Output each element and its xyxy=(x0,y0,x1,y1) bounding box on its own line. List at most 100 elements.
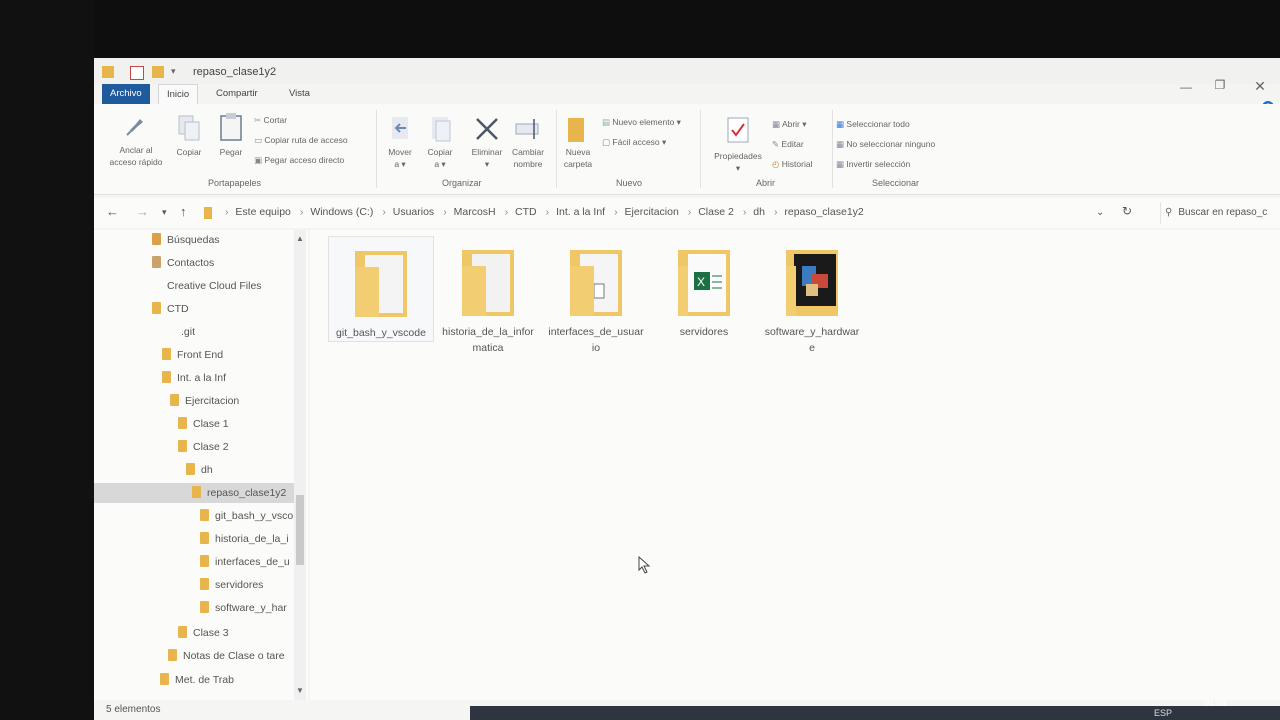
search-input[interactable]: ⚲ Buscar en repaso_c xyxy=(1160,202,1280,224)
navigation-pane: Búsquedas Contactos Creative Cloud Files… xyxy=(94,230,308,700)
title-bar: ▾ repaso_clase1y2 — ❐ ✕ xyxy=(94,58,1280,94)
select-none-icon: ▦ xyxy=(836,139,847,149)
paste-shortcut-button[interactable]: ▣ Pegar acceso directo xyxy=(254,154,344,166)
tab-inicio[interactable]: Inicio xyxy=(158,84,199,104)
file-item-software[interactable]: software_y_hardware xyxy=(760,236,864,356)
folder-icon xyxy=(204,207,212,219)
nav-item-repaso-clase1y2[interactable]: repaso_clase1y2 xyxy=(94,483,294,503)
file-item-servidores[interactable]: X servidores xyxy=(652,236,756,340)
address-dropdown-icon[interactable]: ⌄ xyxy=(1096,207,1104,218)
new-item-label: Nuevo elemento ▾ xyxy=(612,117,681,127)
nav-item-git-bash[interactable]: git_bash_y_vsco xyxy=(200,506,294,526)
ribbon-divider xyxy=(376,110,377,188)
refresh-icon[interactable]: ↻ xyxy=(1122,204,1132,218)
nav-scrollbar-thumb[interactable] xyxy=(296,495,304,565)
breadcrumb-item[interactable]: dh xyxy=(753,206,765,218)
tab-compartir[interactable]: Compartir xyxy=(208,84,266,104)
edit-button[interactable]: ✎ Editar xyxy=(772,138,804,150)
open-label: Abrir ▾ xyxy=(781,119,807,129)
copy-path-label: Copiar ruta de acceso xyxy=(264,135,348,145)
open-button[interactable]: ▦ Abrir ▾ xyxy=(772,118,807,130)
copy-button[interactable]: Copiar xyxy=(170,146,208,158)
breadcrumb-item[interactable]: Usuarios xyxy=(393,206,434,218)
nav-item-clase-2[interactable]: Clase 2 xyxy=(178,437,229,457)
file-item-interfaces[interactable]: interfaces_de_usuario xyxy=(544,236,648,356)
copy-to-button[interactable]: Copiar a ▾ xyxy=(420,146,460,170)
breadcrumb-item[interactable]: Ejercitacion xyxy=(625,206,679,218)
file-item-git-bash[interactable]: git_bash_y_vscode xyxy=(328,236,434,342)
recent-chevron-icon[interactable]: ▾ xyxy=(162,207,167,218)
group-label-seleccionar: Seleccionar xyxy=(872,178,920,188)
nav-item-label: Front End xyxy=(177,349,224,361)
easy-access-button[interactable]: ▢ Fácil acceso ▾ xyxy=(602,136,666,148)
nav-item-dh[interactable]: dh xyxy=(186,460,213,480)
move-to-button[interactable]: Mover a ▾ xyxy=(380,146,420,170)
language-indicator[interactable]: ESP xyxy=(1154,708,1172,718)
nav-item-notas[interactable]: Notas de Clase o tare xyxy=(168,646,294,666)
clock[interactable]: 01:04 xyxy=(1204,698,1227,708)
select-all-button[interactable]: ▦ Seleccionar todo xyxy=(836,118,910,130)
contacts-icon xyxy=(152,256,161,268)
scroll-down-icon[interactable]: ▼ xyxy=(296,686,304,695)
breadcrumb-item[interactable]: Este equipo xyxy=(235,206,290,218)
creative-cloud-icon xyxy=(152,279,161,291)
nav-item-clase-3[interactable]: Clase 3 xyxy=(178,623,229,643)
nav-item-met-de-trab[interactable]: Met. de Trab xyxy=(160,670,234,690)
select-none-button[interactable]: ▦ No seleccionar ninguno xyxy=(836,138,935,150)
breadcrumb-item[interactable]: repaso_clase1y2 xyxy=(784,206,863,218)
properties-button[interactable]: Propiedades ▾ xyxy=(706,150,770,174)
new-item-button[interactable]: ▤ Nuevo elemento ▾ xyxy=(602,116,681,128)
nav-item-clase-1[interactable]: Clase 1 xyxy=(178,414,229,434)
breadcrumb-item[interactable]: Clase 2 xyxy=(698,206,734,218)
chevron-down-icon[interactable]: ▾ xyxy=(171,66,183,78)
nav-item-label: Clase 3 xyxy=(193,627,229,639)
nav-item-label: Ejercitacion xyxy=(185,395,240,407)
invert-selection-button[interactable]: ▦ Invertir selección xyxy=(836,158,910,170)
paste-button[interactable]: Pegar xyxy=(212,146,250,158)
copy-path-button[interactable]: ▭ Copiar ruta de acceso xyxy=(254,134,348,146)
search-folder-icon xyxy=(152,233,161,245)
breadcrumb-item[interactable]: Int. a la Inf xyxy=(556,206,605,218)
history-button[interactable]: ◴ Historial xyxy=(772,158,812,170)
nav-item-busquedas[interactable]: Búsquedas xyxy=(152,230,220,250)
tab-vista[interactable]: Vista xyxy=(281,84,318,104)
breadcrumb-separator: › xyxy=(382,206,386,218)
delete-label-1: Eliminar xyxy=(471,147,503,157)
delete-button[interactable]: Eliminar ▾ xyxy=(466,146,508,170)
breadcrumb-item[interactable]: MarcosH xyxy=(454,206,496,218)
breadcrumb-item[interactable]: CTD xyxy=(515,206,537,218)
nav-item-ejercitacion[interactable]: Ejercitacion xyxy=(170,391,239,411)
nav-item-software[interactable]: software_y_har xyxy=(200,598,294,618)
nav-item-interfaces[interactable]: interfaces_de_u xyxy=(200,552,294,572)
easy-access-label: Fácil acceso ▾ xyxy=(612,137,667,147)
scroll-up-icon[interactable]: ▲ xyxy=(296,234,304,243)
nav-scrollbar[interactable] xyxy=(294,230,306,700)
nav-item-int-a-la-inf[interactable]: Int. a la Inf xyxy=(162,368,226,388)
rename-button[interactable]: Cambiar nombre xyxy=(506,146,550,170)
breadcrumb-separator: › xyxy=(614,206,618,218)
nav-item-front-end[interactable]: Front End xyxy=(162,345,223,365)
properties-label-2: ▾ xyxy=(735,163,741,173)
nav-item-servidores[interactable]: servidores xyxy=(200,575,263,595)
nav-item-ctd[interactable]: CTD xyxy=(152,299,189,319)
nav-item-label: interfaces_de_u xyxy=(215,556,290,568)
back-arrow-icon[interactable]: ← xyxy=(106,204,119,219)
new-folder-button[interactable]: Nueva carpeta xyxy=(556,146,600,170)
nav-item-git[interactable]: .git xyxy=(166,322,195,342)
nav-item-creative-cloud[interactable]: Creative Cloud Files xyxy=(152,276,262,296)
new-folder-quick-icon[interactable] xyxy=(152,66,164,78)
cut-button[interactable]: ✂ Cortar xyxy=(254,114,287,126)
pin-quick-access-button[interactable]: Anclar al acceso rápido xyxy=(102,144,170,168)
group-label-organizar: Organizar xyxy=(442,178,482,188)
forward-arrow-icon[interactable]: → xyxy=(136,204,149,219)
properties-quick-icon[interactable] xyxy=(130,66,144,80)
nav-item-contactos[interactable]: Contactos xyxy=(152,253,214,273)
tab-archivo[interactable]: Archivo xyxy=(102,84,150,104)
up-arrow-icon[interactable]: ↑ xyxy=(180,204,187,219)
nav-item-historia[interactable]: historia_de_la_i xyxy=(200,529,294,549)
search-icon: ⚲ xyxy=(1165,207,1173,218)
pin-label-1: Anclar al xyxy=(119,145,153,155)
file-item-historia[interactable]: historia_de_la_informatica xyxy=(436,236,540,356)
breadcrumb-item[interactable]: Windows (C:) xyxy=(310,206,373,218)
select-all-icon: ▦ xyxy=(836,119,847,129)
